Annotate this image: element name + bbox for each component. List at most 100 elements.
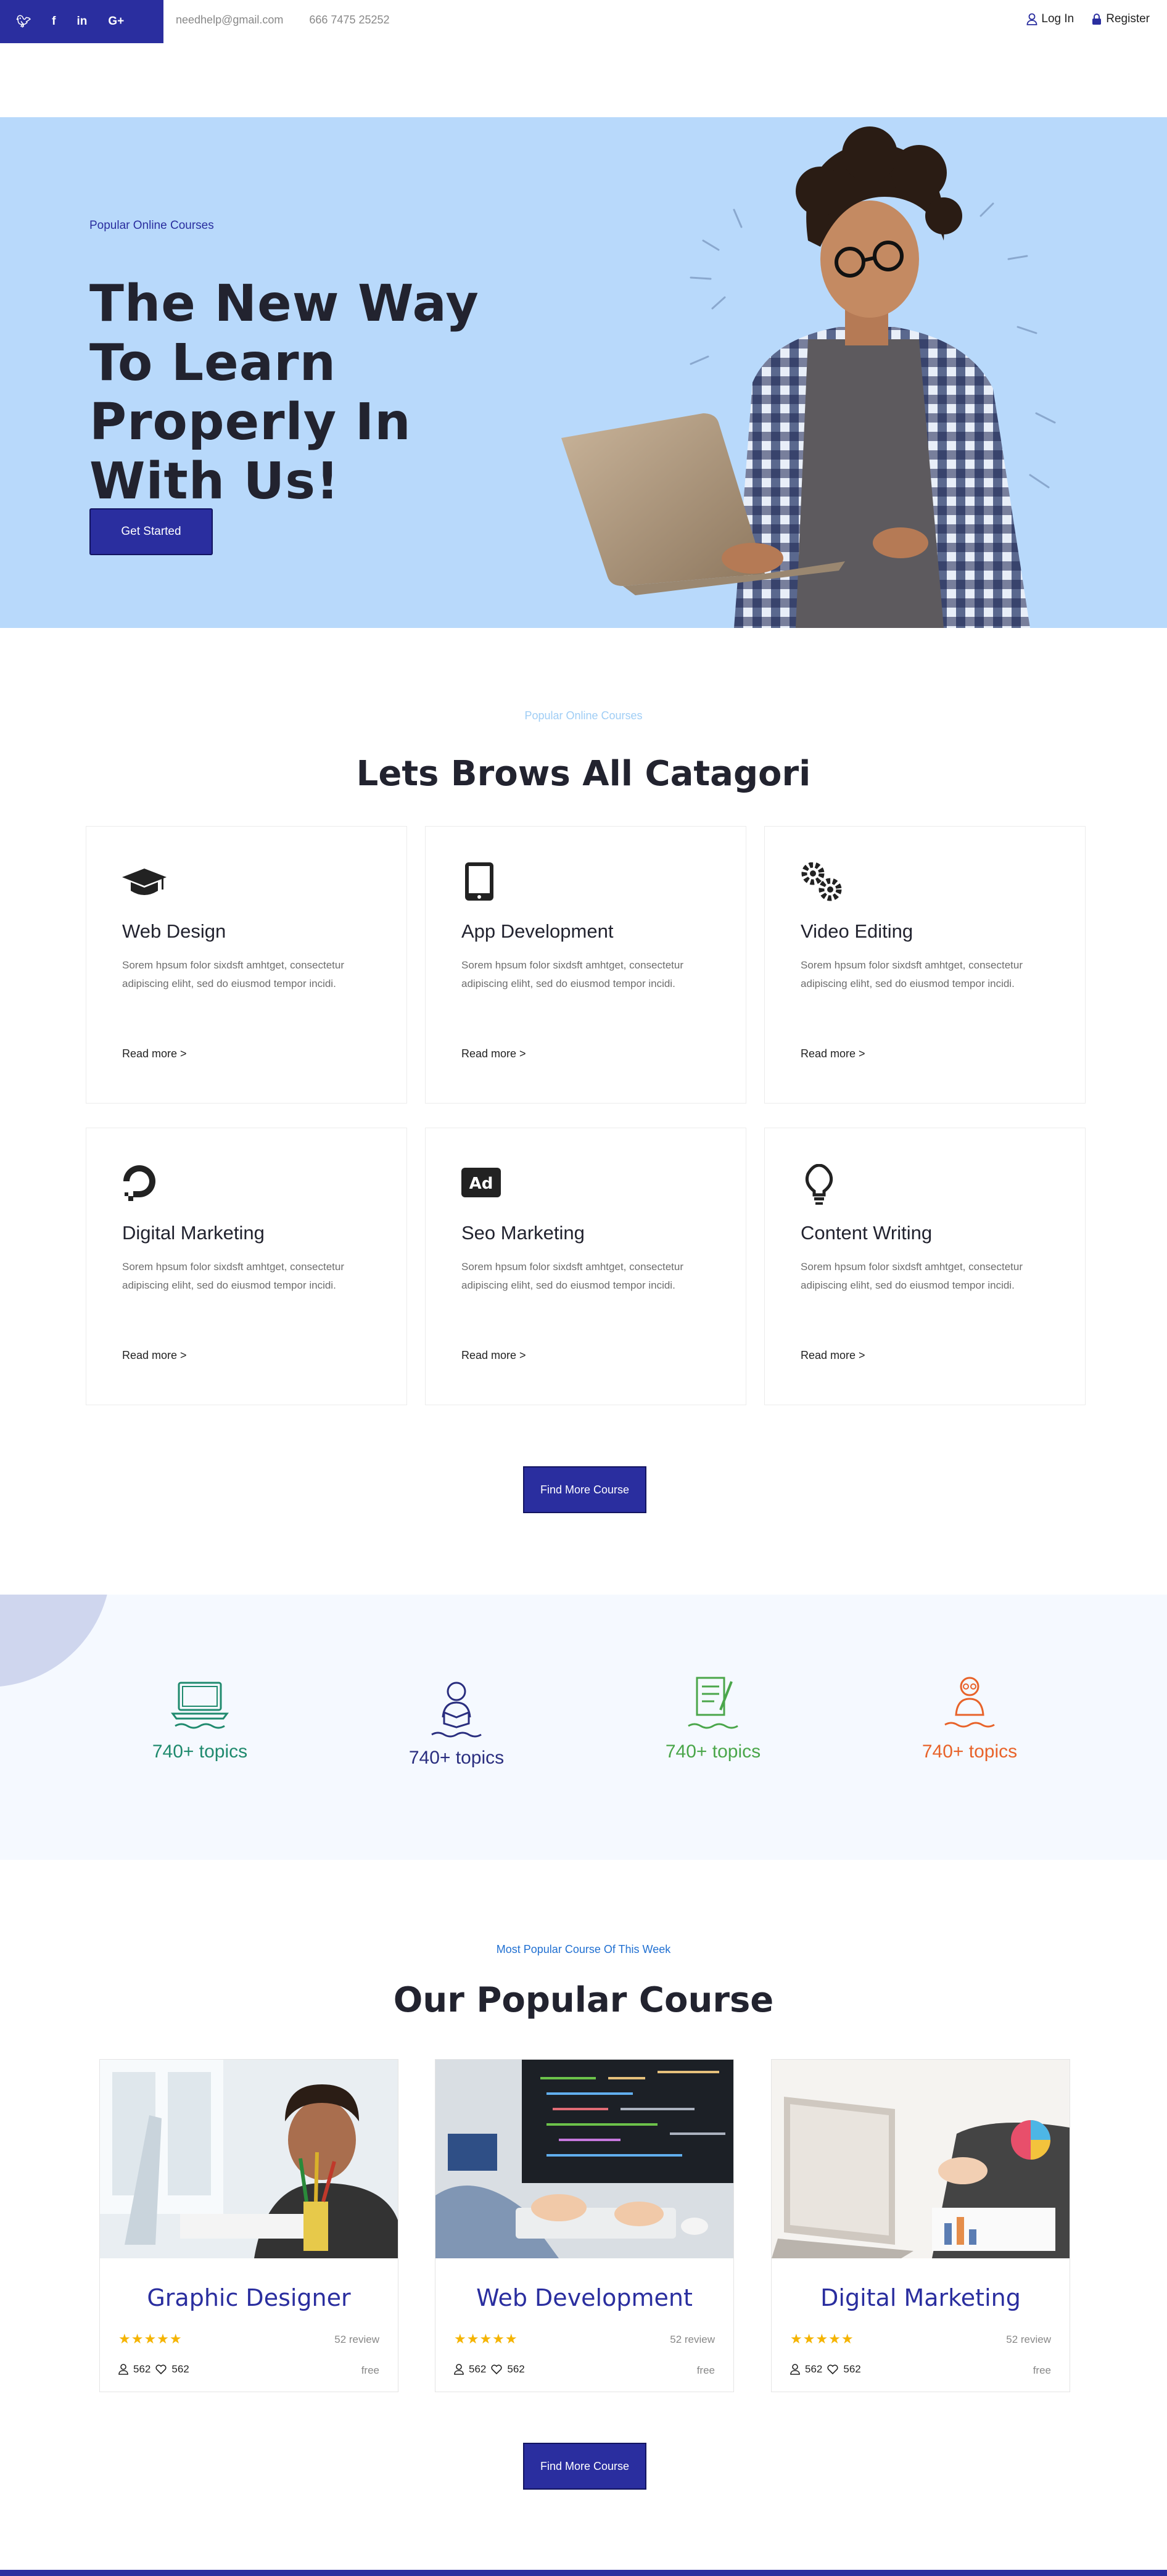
email-text[interactable]: needhelp@gmail.com: [176, 14, 283, 27]
course-name: Web Development: [476, 2284, 693, 2311]
likes-count: 562: [507, 2363, 525, 2375]
card-title: App Development: [461, 920, 614, 942]
star-rating-icon: ★★★★★: [790, 2331, 854, 2347]
category-card[interactable]: Content Writing Sorem hpsum folor sixdsf…: [764, 1128, 1086, 1405]
user-icon: [790, 2364, 800, 2375]
read-more-link[interactable]: Read more >: [122, 1349, 187, 1362]
lock-icon: [1092, 14, 1102, 25]
read-more-link[interactable]: Read more >: [122, 1047, 187, 1060]
categories-title: Lets Brows All Catagori: [356, 754, 811, 794]
read-more-link[interactable]: Read more >: [801, 1047, 865, 1060]
find-more-course-button[interactable]: Find More Course: [523, 1466, 646, 1513]
course-card[interactable]: Digital Marketing ★★★★★ 52 review 562 56…: [771, 2059, 1070, 2392]
likes-count: 562: [843, 2363, 861, 2375]
stat-item: 740+ topics: [107, 1672, 292, 1762]
card-description: Sorem hpsum folor sixdsft amhtget, conse…: [801, 959, 1023, 989]
svg-text:Ad: Ad: [469, 1174, 493, 1193]
read-more-link[interactable]: Read more >: [461, 1047, 526, 1060]
digital-ocean-icon: [123, 1165, 155, 1201]
students-count: 562: [133, 2363, 151, 2375]
login-label: Log In: [1041, 12, 1074, 25]
stat-item: 740+ topics: [621, 1672, 806, 1762]
hero-student-image: [561, 126, 1056, 628]
card-description: Sorem hpsum folor sixdsft amhtget, conse…: [122, 1261, 344, 1291]
category-card[interactable]: Ad Seo Marketing Sorem hpsum folor sixds…: [425, 1128, 746, 1405]
categories-eyebrow: Popular Online Courses: [524, 709, 643, 722]
card-description: Sorem hpsum folor sixdsft amhtget, conse…: [122, 959, 344, 989]
auth-links: Log In Register: [1026, 12, 1150, 26]
star-rating-icon: ★★★★★: [454, 2331, 518, 2347]
card-title: Digital Marketing: [122, 1222, 265, 1244]
students-count: 562: [469, 2363, 487, 2375]
hero-title: The New Way To Learn Properly In With Us…: [89, 275, 479, 511]
find-more-course-button-2[interactable]: Find More Course: [523, 2443, 646, 2490]
decorative-blob: [0, 1595, 111, 1687]
register-link[interactable]: Register: [1091, 12, 1150, 26]
google-plus-icon[interactable]: G+: [108, 15, 124, 28]
user-icon: [454, 2364, 464, 2375]
stat-text: 740+ topics: [665, 1741, 761, 1762]
course-image-digital-marketing: [772, 2060, 1070, 2258]
students-count: 562: [805, 2363, 823, 2375]
star-rating-icon: ★★★★★: [118, 2331, 183, 2347]
stat-text: 740+ topics: [408, 1748, 505, 1768]
category-card[interactable]: Video Editing Sorem hpsum folor sixdsft …: [764, 826, 1086, 1104]
facebook-icon[interactable]: f: [52, 15, 56, 28]
card-title: Web Design: [122, 920, 226, 942]
heart-icon: [827, 2364, 838, 2374]
course-image-web-development: [435, 2060, 733, 2258]
card-description: Sorem hpsum folor sixdsft amhtget, conse…: [801, 1261, 1023, 1291]
category-card[interactable]: Web Design Sorem hpsum folor sixdsft amh…: [86, 826, 407, 1104]
linkedin-icon[interactable]: in: [76, 15, 87, 28]
category-card[interactable]: App Development Sorem hpsum folor sixdsf…: [425, 826, 746, 1104]
read-more-link[interactable]: Read more >: [801, 1349, 865, 1362]
get-started-button[interactable]: Get Started: [89, 508, 213, 555]
card-title: Seo Marketing: [461, 1222, 585, 1244]
phone-text[interactable]: 666 7475 25252: [309, 14, 389, 27]
stat-item: 740+ topics: [877, 1672, 1062, 1762]
stats-band: 740+ topics 740+ topics 740+ topics 740+…: [0, 1595, 1167, 1860]
user-icon: [118, 2364, 128, 2375]
card-description: Sorem hpsum folor sixdsft amhtget, conse…: [461, 1261, 683, 1291]
top-bar: 🐦︎ f in G+ needhelp@gmail.com 666 7475 2…: [0, 0, 1167, 43]
card-title: Video Editing: [801, 920, 913, 942]
user-icon: [1027, 13, 1037, 25]
course-card[interactable]: Graphic Designer ★★★★★ 52 review 562 562…: [99, 2059, 398, 2392]
graduation-cap-icon: [122, 869, 167, 895]
tablet-icon: [465, 862, 493, 901]
likes-count: 562: [171, 2363, 189, 2375]
teacher-icon: [944, 1677, 995, 1728]
popular-eyebrow: Most Popular Course Of This Week: [496, 1943, 671, 1955]
course-price: free: [696, 2364, 715, 2376]
course-image-graphic-designer: [100, 2060, 398, 2258]
stat-text: 740+ topics: [152, 1741, 248, 1762]
laptop-icon: [171, 1682, 229, 1729]
card-title: Content Writing: [801, 1222, 933, 1244]
social-links: 🐦︎ f in G+: [0, 0, 163, 43]
hero-section: Popular Online Courses The New Way To Le…: [0, 117, 1167, 628]
course-name: Digital Marketing: [820, 2284, 1021, 2311]
course-price: free: [1033, 2364, 1051, 2376]
hero-eyebrow: Popular Online Courses: [89, 219, 214, 232]
lightbulb-icon: [805, 1164, 833, 1205]
category-card[interactable]: Digital Marketing Sorem hpsum folor sixd…: [86, 1128, 407, 1405]
read-more-link[interactable]: Read more >: [461, 1349, 526, 1362]
stat-text: 740+ topics: [922, 1741, 1018, 1762]
document-pen-icon: [688, 1677, 738, 1729]
gears-icon: [801, 862, 842, 901]
course-name: Graphic Designer: [147, 2284, 351, 2311]
login-link[interactable]: Log In: [1026, 12, 1074, 26]
heart-icon: [491, 2364, 502, 2374]
reader-icon: [431, 1682, 482, 1738]
ad-icon: Ad: [461, 1168, 501, 1197]
popular-title: Our Popular Course: [393, 1980, 774, 2020]
course-meta: 562 562: [118, 2363, 189, 2376]
review-count: 52 review: [670, 2334, 715, 2345]
contact-info: needhelp@gmail.com 666 7475 25252: [176, 14, 390, 27]
course-meta: 562 562: [454, 2363, 525, 2376]
course-price: free: [361, 2364, 379, 2376]
footer-bar: [0, 2570, 1167, 2576]
heart-icon: [155, 2364, 167, 2374]
course-card[interactable]: Web Development ★★★★★ 52 review 562 562 …: [435, 2059, 734, 2392]
twitter-icon[interactable]: 🐦︎: [16, 14, 31, 29]
